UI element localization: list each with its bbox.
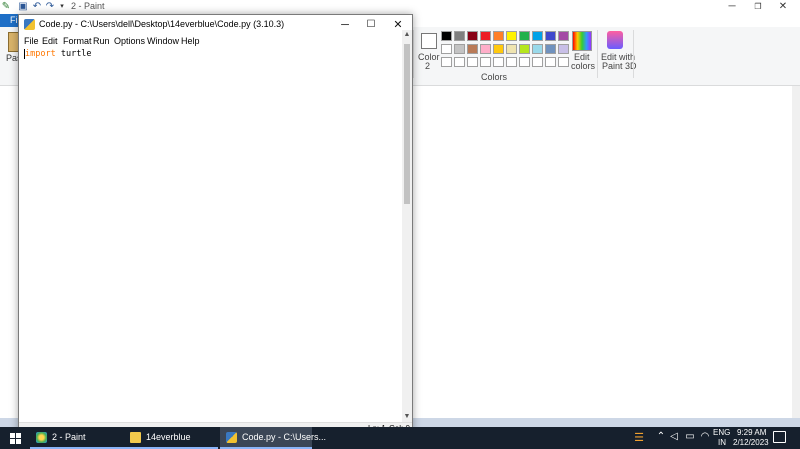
code-text: turtle [55, 49, 92, 59]
color-swatch[interactable] [558, 31, 569, 41]
paint-app-icon: ✎ [1, 1, 11, 12]
code-line: import turtle [25, 49, 92, 59]
notifications-icon[interactable] [773, 431, 786, 443]
language-region[interactable]: IN [718, 438, 726, 447]
paint-titlebar: ✎ ▣ ↶ ↷ ▾ 2 - Paint ─ ❐ ✕ [0, 0, 800, 14]
clock-time[interactable]: 9:29 AM [737, 428, 766, 437]
menu-options[interactable]: Options [114, 36, 145, 46]
ribbon-divider [413, 30, 414, 78]
folder-icon [130, 432, 141, 443]
editor-titlebar[interactable]: Code.py - C:\Users\dell\Desktop\14everbl… [19, 15, 412, 35]
show-hidden-icons-icon[interactable]: ⌃ [655, 431, 667, 442]
idle-editor-window: Code.py - C:\Users\dell\Desktop\14everbl… [18, 14, 413, 436]
code-keyword: import [25, 49, 56, 59]
color-swatch[interactable] [558, 44, 569, 54]
paint-icon [36, 432, 47, 443]
color-swatch[interactable] [506, 44, 517, 54]
menu-edit[interactable]: Edit [42, 36, 58, 46]
clock-date[interactable]: 2/12/2023 [733, 438, 769, 447]
ribbon-divider [633, 30, 634, 78]
color-swatch[interactable] [545, 31, 556, 41]
undo-icon[interactable]: ↶ [32, 2, 42, 12]
taskbar-item-folder[interactable]: 14everblue [124, 427, 218, 449]
editor-window-title: Code.py - C:\Users\dell\Desktop\14everbl… [39, 19, 285, 29]
color-swatch[interactable] [480, 44, 491, 54]
taskbar-item-paint[interactable]: 2 - Paint [30, 427, 124, 449]
paint-window-title: 2 - Paint [71, 1, 105, 11]
taskbar-item-label: 2 - Paint [52, 432, 86, 442]
color-swatch[interactable] [454, 31, 465, 41]
customize-qat-icon[interactable]: ▾ [57, 2, 67, 12]
color-swatch[interactable] [454, 57, 465, 67]
python-idle-icon [24, 19, 35, 30]
color-swatch[interactable] [441, 44, 452, 54]
menu-format[interactable]: Format [63, 36, 92, 46]
paint-close-button[interactable]: ✕ [760, 0, 800, 14]
menu-file[interactable]: File [24, 36, 39, 46]
windows-logo-icon [10, 433, 15, 438]
color-swatch[interactable] [493, 44, 504, 54]
paint-vertical-scrollbar[interactable] [792, 86, 800, 418]
color-swatch[interactable] [467, 31, 478, 41]
weather-icon[interactable]: ☰ [633, 431, 645, 444]
menu-help[interactable]: Help [181, 36, 200, 46]
color2-label-line2: 2 [425, 61, 431, 71]
wifi-icon[interactable]: ◠ [699, 431, 711, 442]
taskbar: 2 - Paint 14everblue Code.py - C:\Users.… [0, 427, 800, 449]
color-swatch[interactable] [493, 57, 504, 67]
color2-button[interactable] [421, 33, 437, 49]
color-swatch[interactable] [519, 57, 530, 67]
color-swatch[interactable] [558, 57, 569, 67]
paint-3d-icon[interactable] [607, 31, 623, 49]
color-swatch[interactable] [532, 31, 543, 41]
battery-icon[interactable]: ▭ [684, 431, 696, 442]
color-swatch[interactable] [493, 31, 504, 41]
menu-window[interactable]: Window [147, 36, 179, 46]
volume-icon[interactable]: ◁ [668, 431, 680, 442]
color-swatch[interactable] [545, 44, 556, 54]
edit-colors-icon[interactable] [572, 31, 592, 51]
start-button[interactable] [0, 427, 28, 449]
color-swatch[interactable] [480, 31, 491, 41]
scroll-up-icon[interactable]: ▲ [402, 30, 412, 40]
save-icon[interactable]: ▣ [18, 2, 28, 12]
scroll-down-icon[interactable]: ▼ [402, 412, 412, 422]
color-swatch[interactable] [506, 31, 517, 41]
color-swatch[interactable] [519, 44, 530, 54]
language-indicator[interactable]: ENG [713, 428, 730, 437]
windows-logo-pane [10, 439, 15, 444]
ribbon-divider [597, 30, 598, 78]
color-swatch[interactable] [545, 57, 556, 67]
color-swatch[interactable] [441, 31, 452, 41]
menu-run[interactable]: Run [93, 36, 110, 46]
color-swatch[interactable] [467, 57, 478, 67]
python-idle-icon [226, 432, 237, 443]
scrollbar-thumb[interactable] [404, 44, 410, 204]
editor-vertical-scrollbar[interactable]: ▲ ▼ [402, 30, 412, 422]
redo-icon[interactable]: ↷ [45, 2, 55, 12]
color-swatch[interactable] [506, 57, 517, 67]
color-swatch[interactable] [532, 44, 543, 54]
edit-colors-label-line2: colors [571, 61, 596, 71]
colors-group-label: Colors [481, 72, 508, 82]
editor-minimize-button[interactable]: ─ [331, 15, 359, 35]
edit-with-paint3d-label-line2: Paint 3D [602, 61, 637, 71]
windows-logo-pane [16, 439, 21, 444]
taskbar-item-label: 14everblue [146, 432, 191, 442]
windows-logo-pane [16, 433, 21, 438]
taskbar-item-idle[interactable]: Code.py - C:\Users... [220, 427, 326, 449]
color-swatch[interactable] [519, 31, 530, 41]
color-swatch[interactable] [480, 57, 491, 67]
color-swatch[interactable] [441, 57, 452, 67]
editor-menubar: File Edit Format Run Options Window Help [19, 35, 412, 48]
color-swatch[interactable] [532, 57, 543, 67]
color-swatch[interactable] [454, 44, 465, 54]
code-editor-textarea[interactable]: import turtle [22, 48, 402, 420]
editor-maximize-button[interactable]: ☐ [357, 15, 385, 35]
color-swatch[interactable] [467, 44, 478, 54]
taskbar-item-label: Code.py - C:\Users... [242, 432, 327, 442]
